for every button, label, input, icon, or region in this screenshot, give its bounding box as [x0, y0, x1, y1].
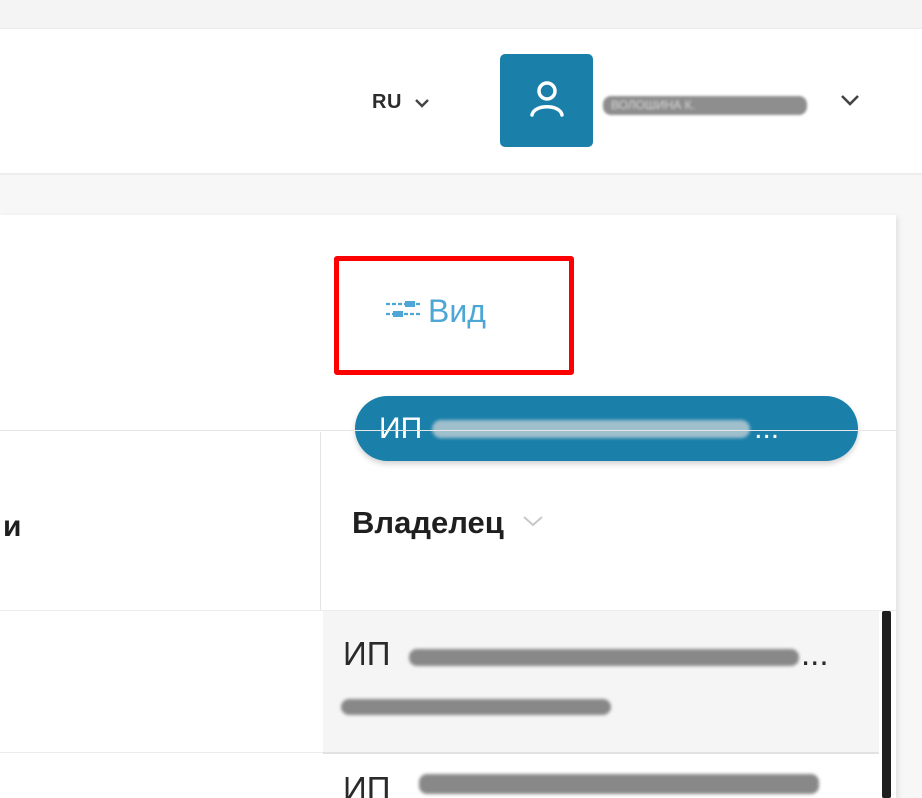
column-header-owner[interactable]: Владелец [352, 505, 544, 541]
app-header: RU ВОЛОШИНА К. [0, 29, 922, 175]
owner-ellipsis: ... [801, 635, 829, 672]
company-selector[interactable]: ИП ... [355, 396, 858, 461]
owner-name-redacted [409, 649, 799, 666]
view-settings-button[interactable]: Вид [384, 293, 486, 330]
table-row-left-cells [0, 611, 323, 798]
chevron-down-icon[interactable] [840, 93, 860, 111]
user-name[interactable]: ВОЛОШИНА К. [603, 96, 807, 115]
table-row[interactable]: ИП [323, 754, 879, 798]
row-divider [0, 752, 323, 753]
column-divider [320, 432, 321, 610]
top-bar [0, 0, 922, 29]
chevron-down-icon [414, 98, 430, 108]
company-name-redacted [432, 419, 751, 438]
view-button-label: Вид [428, 293, 486, 329]
owner-name-redacted [419, 774, 819, 794]
app-window: RU ВОЛОШИНА К. Вид ИП ... и Владелец ИП … [0, 0, 922, 798]
sort-chevron-icon [522, 514, 544, 533]
user-avatar-button[interactable] [500, 54, 593, 147]
table-header-top-border [0, 430, 896, 431]
column-header-left[interactable]: и [3, 510, 21, 544]
table-row[interactable]: ИП ... [323, 611, 879, 753]
sliders-icon [384, 295, 422, 328]
owner-prefix: ИП [343, 635, 391, 672]
company-prefix: ИП [379, 411, 423, 445]
company-ellipsis: ... [754, 411, 780, 445]
language-selector[interactable]: RU [372, 91, 430, 114]
user-icon [527, 78, 567, 123]
owner-header-label: Владелец [352, 505, 504, 540]
language-label: RU [372, 91, 402, 113]
owner-prefix: ИП [343, 770, 391, 798]
owner-inn-redacted [341, 699, 611, 715]
scrollbar-thumb[interactable] [882, 611, 891, 798]
